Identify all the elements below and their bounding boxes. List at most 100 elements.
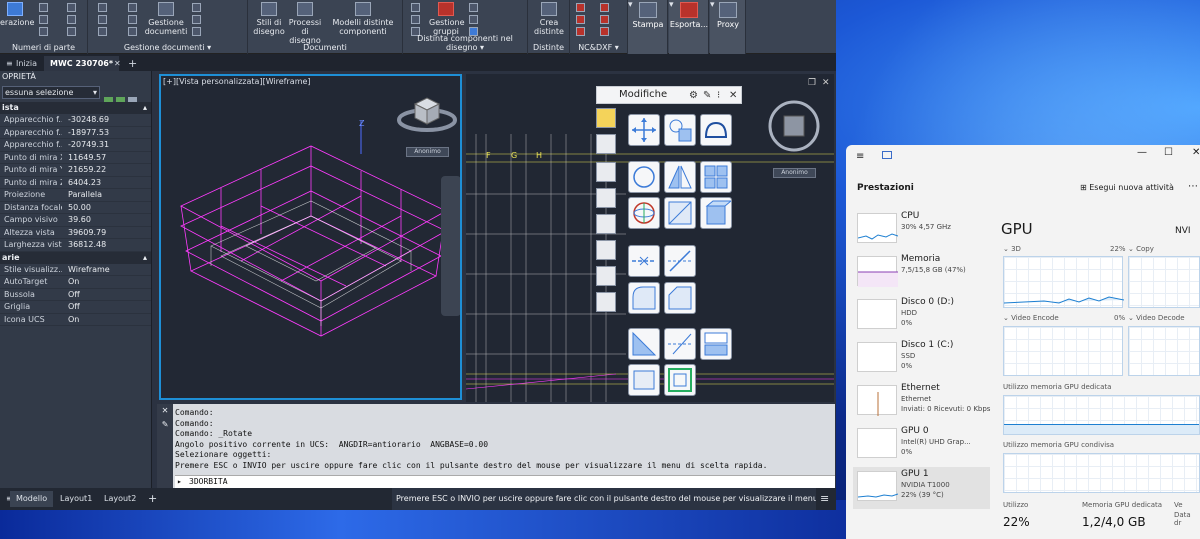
- nc-icon-3[interactable]: [576, 27, 585, 36]
- doc-icon-3[interactable]: [98, 27, 107, 36]
- section-view[interactable]: ista: [0, 102, 151, 114]
- property-row[interactable]: Larghezza vista 36812.48: [0, 239, 151, 252]
- engine-decode-dropdown[interactable]: ⌄ Video Decode: [1128, 314, 1185, 322]
- minimize-icon[interactable]: —: [1137, 147, 1147, 158]
- doc-icon-5[interactable]: [128, 15, 137, 24]
- new-tab-icon[interactable]: +: [122, 56, 143, 71]
- tool-icon-8[interactable]: [596, 292, 616, 312]
- property-row[interactable]: Proiezione Parallela: [0, 189, 151, 202]
- resource-disk1[interactable]: Disco 1 (C:) SSD 0%: [853, 338, 990, 380]
- bom-icon-5[interactable]: [469, 15, 478, 24]
- property-row[interactable]: AutoTarget On: [0, 276, 151, 289]
- doc-icon-1[interactable]: [98, 3, 107, 12]
- property-row[interactable]: Apparecchio f... -18977.53: [0, 127, 151, 139]
- resource-ethernet[interactable]: Ethernet Ethernet Inviati: 0 Ricevuti: 0…: [853, 381, 990, 423]
- tab-start[interactable]: Inizia: [10, 56, 43, 71]
- array-tool-icon[interactable]: [700, 161, 732, 193]
- rotate-tool-icon[interactable]: [628, 161, 660, 193]
- right-view-name-button[interactable]: Anonimo: [773, 168, 816, 178]
- view-name-button[interactable]: Anonimo: [406, 147, 449, 157]
- hamburger-icon[interactable]: ≡: [856, 151, 864, 162]
- nc-icon-2[interactable]: [576, 15, 585, 24]
- tab-modello[interactable]: Modello: [10, 491, 54, 507]
- bom-icon-2[interactable]: [411, 15, 420, 24]
- run-new-task-button[interactable]: ⊞ Esegui nuova attività: [1080, 183, 1174, 192]
- maximize-icon[interactable]: ☐: [1164, 147, 1173, 158]
- align-tool-icon[interactable]: [700, 328, 732, 360]
- property-row[interactable]: Punto di mira X 11649.57: [0, 152, 151, 164]
- resource-gpu1[interactable]: GPU 1 NVIDIA T1000 22% (39 °C): [853, 467, 990, 509]
- status-menu-icon[interactable]: ≡: [820, 492, 829, 505]
- property-row[interactable]: Punto di mira Z 6404.23: [0, 177, 151, 189]
- tool-icon-4[interactable]: [596, 188, 616, 208]
- dxf-icon-2[interactable]: [600, 15, 609, 24]
- toolbar-options-icon[interactable]: ⚙: [689, 88, 698, 104]
- panel-title[interactable]: Distinta componenti nel disegno ▾: [403, 34, 527, 52]
- break-tool-icon[interactable]: [628, 245, 660, 277]
- engine-encode-dropdown[interactable]: ⌄ Video Encode: [1003, 314, 1059, 322]
- resource-gpu0[interactable]: GPU 0 Intel(R) UHD Grap... 0%: [853, 424, 990, 466]
- property-row[interactable]: Icona UCS On: [0, 314, 151, 326]
- restore-viewport-icon[interactable]: ❐: [808, 78, 816, 88]
- stili-di-disegno-button[interactable]: Stili di disegno: [252, 2, 286, 36]
- property-row[interactable]: Griglia Off: [0, 301, 151, 314]
- part-icon-1[interactable]: [39, 3, 48, 12]
- property-row[interactable]: Apparecchio f... -30248.69: [0, 114, 151, 127]
- doc-icon-7[interactable]: [192, 3, 201, 12]
- numerazione-button[interactable]: erazione: [0, 2, 34, 27]
- modelli-distinte-button[interactable]: Modelli distinte componenti: [326, 2, 400, 36]
- panel-title[interactable]: NC&DXF ▾: [570, 43, 627, 52]
- processi-di-disegno-button[interactable]: Processi di disegno: [286, 2, 324, 45]
- property-row[interactable]: Apparecchio f... -20749.31: [0, 139, 151, 152]
- pencil-tool-icon[interactable]: [596, 108, 616, 128]
- tool-icon-5[interactable]: [596, 214, 616, 234]
- doc-icon-4[interactable]: [128, 3, 137, 12]
- scale-tool-icon[interactable]: [664, 197, 696, 229]
- doc-icon-6[interactable]: [128, 27, 137, 36]
- tool-icon-6[interactable]: [596, 240, 616, 260]
- section-misc[interactable]: arie: [0, 251, 151, 264]
- panel-title[interactable]: Gestione documenti ▾: [88, 43, 247, 52]
- command-input[interactable]: ▸ 3DORBITA: [175, 475, 835, 488]
- add-layout-icon[interactable]: +: [142, 491, 163, 507]
- toolbar-titlebar[interactable]: Modifiche ⚙ ✎ ⁝ ✕: [596, 86, 742, 104]
- property-row[interactable]: Campo visivo 39.60: [0, 214, 151, 227]
- property-row[interactable]: Stile visualizz... Wireframe: [0, 264, 151, 276]
- property-row[interactable]: Punto di mira Y 21659.22: [0, 164, 151, 177]
- nc-icon-1[interactable]: [576, 3, 585, 12]
- selection-dropdown[interactable]: essuna selezione: [2, 86, 100, 99]
- resource-cpu[interactable]: CPU 30% 4,57 GHz: [853, 209, 990, 251]
- customize-command-icon[interactable]: ✎: [157, 418, 173, 432]
- dxf-icon-1[interactable]: [600, 3, 609, 12]
- part-icon-5[interactable]: [67, 15, 76, 24]
- 3d-array-tool-icon[interactable]: [700, 197, 733, 229]
- bom-icon-1[interactable]: [411, 3, 420, 12]
- part-icon-2[interactable]: [39, 15, 48, 24]
- part-icon-6[interactable]: [67, 27, 76, 36]
- lengthen-tool-icon[interactable]: [628, 328, 660, 360]
- extend-tool-icon[interactable]: [664, 328, 696, 360]
- gestione-gruppi-button[interactable]: Gestione gruppi: [429, 2, 465, 36]
- fillet-tool-icon[interactable]: [628, 282, 660, 314]
- bom-icon-4[interactable]: [469, 3, 478, 12]
- property-row[interactable]: Bussola Off: [0, 289, 151, 301]
- doc-icon-8[interactable]: [192, 15, 201, 24]
- engine-3d-dropdown[interactable]: ⌄ 3D: [1003, 245, 1021, 253]
- 3d-rotate-tool-icon[interactable]: [628, 197, 660, 229]
- trim-tool-icon[interactable]: [664, 245, 696, 277]
- viewport-left[interactable]: [+][Vista personalizzata][Wireframe] Z A…: [159, 74, 462, 400]
- viewport-label[interactable]: [+][Vista personalizzata][Wireframe]: [163, 77, 311, 86]
- offset-tool-icon[interactable]: [664, 364, 696, 396]
- toolbar-pin-icon[interactable]: ✎: [703, 88, 711, 104]
- property-row[interactable]: Distanza focale...50.00: [0, 202, 151, 214]
- mirror-tool-icon[interactable]: [664, 161, 696, 193]
- wrench-tool-icon[interactable]: [596, 134, 616, 154]
- proxy-button[interactable]: Proxy: [712, 2, 744, 29]
- toolbar-drag-icon[interactable]: ⁝: [717, 88, 720, 104]
- esporta-button[interactable]: Esporta...: [669, 2, 709, 29]
- tool-icon-3[interactable]: [596, 162, 616, 182]
- dxf-icon-3[interactable]: [600, 27, 609, 36]
- copy-tool-icon[interactable]: [664, 114, 696, 146]
- more-options-icon[interactable]: ⋯: [1188, 181, 1198, 192]
- part-icon-3[interactable]: [39, 27, 48, 36]
